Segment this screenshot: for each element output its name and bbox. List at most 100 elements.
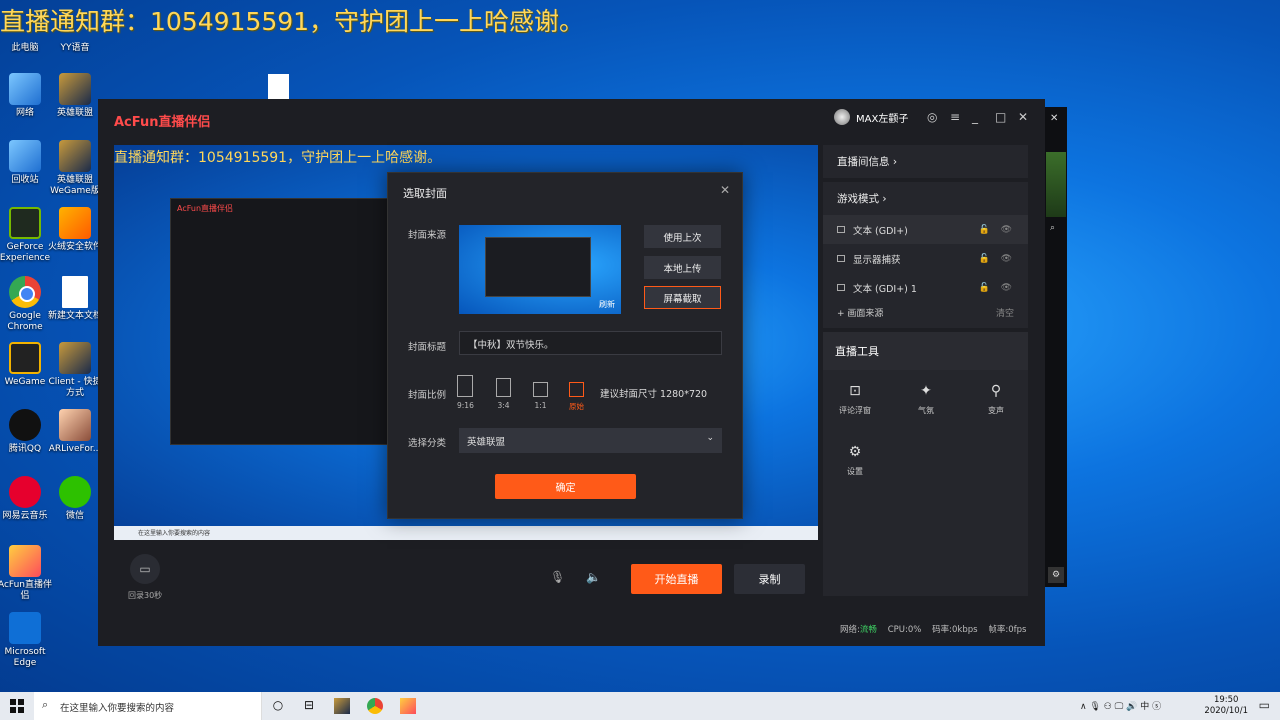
record-30s-label: 回录30秒 [128, 591, 163, 600]
lol-wegame-icon [59, 140, 91, 172]
taskbar-search[interactable]: ⌕ 在这里输入你要搜索的内容 [34, 692, 262, 720]
fps-status: 帧率:0fps [988, 625, 1027, 635]
live-tools-panel: 直播工具 ⊡ 评论浮窗 ✦ 气氛 ⚲ 变声 ⚙ 设置 [823, 332, 1028, 596]
network-status: 流畅 [859, 625, 877, 635]
speaker-icon[interactable]: 🔈 [586, 570, 601, 584]
live-tools-title: 直播工具 [823, 332, 1028, 370]
avatar [834, 109, 850, 125]
background-window-strip: ✕ ⌕ ⚙ [1045, 107, 1067, 587]
tool-settings[interactable]: ⚙ 设置 [830, 444, 880, 477]
tool-atmosphere[interactable]: ✦ 气氛 [901, 383, 951, 416]
text-source-icon [837, 284, 845, 291]
cover-title-label: 封面标题 [408, 342, 447, 353]
wegame-icon [9, 342, 41, 374]
start-live-button[interactable]: 开始直播 [631, 564, 722, 594]
geforce-icon [9, 207, 41, 239]
clear-button[interactable]: 清空 [996, 306, 1014, 319]
room-info-link[interactable]: 直播间信息 › [823, 145, 1028, 178]
screen-capture-button[interactable]: 屏幕截取 [644, 286, 721, 309]
confirm-button[interactable]: 确定 [495, 474, 636, 499]
tool-voice-change[interactable]: ⚲ 变声 [971, 383, 1021, 416]
source-item[interactable]: 文本 (GDI+) 🔓 👁 [823, 215, 1028, 244]
eye-icon[interactable]: 👁 [1001, 283, 1012, 293]
user-menu[interactable]: MAX左颧子 [834, 109, 908, 125]
cover-thumbnail: 刷新 [459, 225, 621, 314]
microphone-icon[interactable]: 🎙 [550, 570, 565, 584]
source-item[interactable]: 文本 (GDI+) 1 🔓 👁 [823, 273, 1028, 302]
cpu-status: CPU:0% [887, 625, 922, 635]
search-icon[interactable]: ⌕ [1050, 223, 1055, 233]
acfun-taskbar-icon[interactable] [400, 698, 416, 714]
stream-notice-overlay: 直播通知群：1054915591，守护团上一上哈感谢。 [0, 7, 585, 36]
eye-icon[interactable]: 👁 [1001, 225, 1012, 235]
cover-title-input[interactable]: 【中秋】双节快乐。 [459, 331, 722, 355]
chevron-down-icon: ⌄ [706, 433, 714, 443]
control-bar: ▭ 回录30秒 🎙 🔈 开始直播 录制 [114, 540, 818, 605]
preview-search-text: 在这里输入你要搜索的内容 [138, 530, 211, 537]
edge-icon [9, 612, 41, 644]
menu-icon[interactable]: ≡ [950, 110, 960, 124]
desktop-icon-lol-wegame[interactable]: 英雄联盟WeGame版 [46, 140, 104, 197]
close-icon[interactable]: ✕ [1050, 113, 1058, 124]
chrome-taskbar-icon[interactable] [367, 698, 383, 714]
desktop-icon-yy[interactable]: YY语音 [46, 34, 104, 54]
lock-icon[interactable]: 🔓 [979, 283, 990, 293]
maximize-icon[interactable]: □ [995, 110, 1006, 124]
ime-indicator[interactable]: 中 [1140, 702, 1149, 712]
ratio-original[interactable]: 原始 [569, 382, 584, 412]
desktop-icon-huorong[interactable]: 火绒安全软件 [46, 207, 104, 253]
ratio-1-1[interactable]: 1:1 [533, 382, 548, 410]
sidebar: 直播间信息 › 游戏模式 › 文本 (GDI+) 🔓 👁 显示器捕获 🔓 👁 文本 (G… [823, 145, 1028, 596]
source-item[interactable]: 显示器捕获 🔓 👁 [823, 244, 1028, 273]
desktop-icon-arlive[interactable]: ARLiveFor... [46, 409, 104, 455]
voice-change-icon: ⚲ [990, 383, 1002, 399]
lol-taskbar-icon[interactable] [334, 698, 350, 714]
cortana-icon[interactable]: ○ [270, 698, 286, 714]
add-source-button[interactable]: + 画面来源 [837, 306, 883, 319]
ratio-9-16[interactable]: 9:16 [457, 375, 474, 410]
lock-icon[interactable]: 🔓 [979, 225, 990, 235]
username: MAX左颧子 [856, 113, 909, 125]
use-last-button[interactable]: 使用上次 [644, 225, 721, 248]
text-source-icon [837, 226, 845, 233]
desktop-icon-lol[interactable]: 英雄联盟 [46, 73, 104, 119]
monitor-source-icon [837, 255, 845, 262]
close-icon[interactable]: ✕ [720, 183, 730, 197]
text-file-icon [62, 276, 88, 308]
record-button[interactable]: 录制 [734, 564, 805, 594]
game-mode-link[interactable]: 游戏模式 › [823, 182, 1028, 215]
close-icon[interactable]: ✕ [1018, 110, 1028, 124]
ratio-3-4[interactable]: 3:4 [496, 378, 511, 410]
local-upload-button[interactable]: 本地上传 [644, 256, 721, 279]
qq-icon [9, 409, 41, 441]
desktop-icon-edge[interactable]: Microsoft Edge [0, 612, 54, 669]
desktop-icon-lol-client[interactable]: Client - 快捷方式 [46, 342, 104, 399]
refresh-link[interactable]: 刷新 [599, 299, 615, 310]
lock-icon[interactable]: 🔓 [979, 254, 990, 264]
netease-music-icon [9, 476, 41, 508]
category-select[interactable]: 英雄联盟 ⌄ [459, 428, 722, 453]
cover-size-hint: 建议封面尺寸 1280*720 [600, 389, 708, 400]
desktop-icon-wechat[interactable]: 微信 [46, 476, 104, 522]
source-panel: 游戏模式 › 文本 (GDI+) 🔓 👁 显示器捕获 🔓 👁 文本 (GDI+) 1 🔓 👁… [823, 182, 1028, 328]
arlive-icon [59, 409, 91, 441]
minimize-icon[interactable]: _ [972, 110, 978, 124]
wechat-icon [59, 476, 91, 508]
desktop-icon-textfile[interactable]: 新建文本文档 [46, 276, 104, 322]
search-icon: ⌕ [42, 698, 49, 711]
desktop-icon-acfun[interactable]: AcFun直播伴侣 [0, 545, 54, 602]
start-button[interactable] [10, 699, 24, 713]
tool-comment-float[interactable]: ⊡ 评论浮窗 [830, 383, 880, 416]
select-cover-dialog: 选取封面 ✕ 封面来源 刷新 使用上次 本地上传 屏幕截取 封面标题 【中秋】双… [387, 172, 743, 519]
eye-icon[interactable]: 👁 [1001, 254, 1012, 264]
task-view-icon[interactable]: ⊟ [301, 698, 317, 714]
desktop-file-icon[interactable] [268, 74, 289, 100]
notification-icon[interactable]: ▭ [1259, 698, 1270, 712]
clock[interactable]: 19:50 2020/10/1 [1204, 695, 1248, 717]
settings-icon[interactable]: ⚙ [1048, 567, 1064, 583]
category-label: 选择分类 [408, 438, 447, 449]
system-tray[interactable]: ∧ 🎙 ⚇ 🖵 🔊 中 ⓢ [1080, 699, 1161, 712]
settings-icon[interactable]: ◎ [927, 110, 937, 124]
camera-icon[interactable]: ▭ [130, 554, 160, 584]
network-icon [9, 73, 41, 105]
